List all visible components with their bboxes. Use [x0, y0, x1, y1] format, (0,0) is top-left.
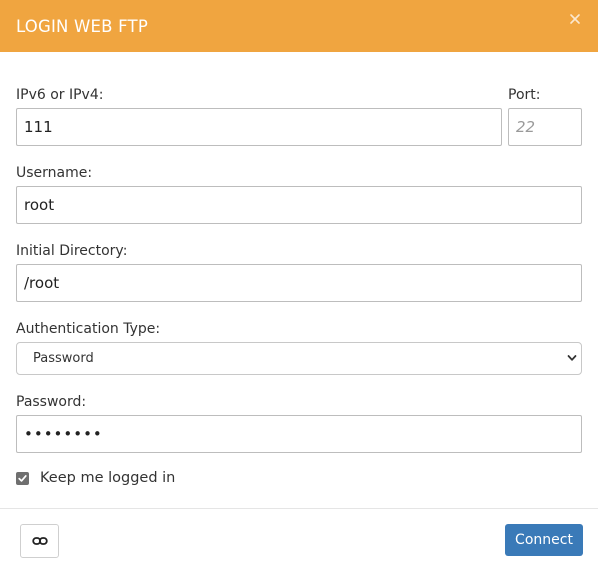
directory-field-group: Initial Directory: — [16, 242, 582, 302]
keep-logged-in-row: Keep me logged in — [16, 470, 582, 486]
close-button[interactable] — [568, 12, 582, 26]
keep-logged-in-checkbox[interactable] — [16, 471, 29, 485]
username-field-group: Username: — [16, 164, 582, 224]
username-input[interactable] — [16, 186, 582, 224]
host-port-row: IPv6 or IPv4: Port: — [16, 86, 582, 146]
password-input[interactable] — [16, 415, 582, 453]
password-field-group: Password: — [16, 393, 582, 453]
auth-type-select[interactable]: Password — [16, 342, 582, 375]
dialog-title: LOGIN WEB FTP — [16, 16, 148, 36]
dialog-header: LOGIN WEB FTP — [0, 0, 598, 52]
keep-logged-in-label: Keep me logged in — [40, 470, 176, 486]
username-label: Username: — [16, 165, 93, 181]
check-icon — [18, 474, 27, 482]
link-icon — [31, 537, 48, 545]
dialog-body: IPv6 or IPv4: Port: Username: Initial Di… — [0, 52, 598, 486]
host-field-group: IPv6 or IPv4: — [16, 86, 502, 146]
connect-button[interactable]: Connect — [505, 524, 583, 556]
password-label: Password: — [16, 394, 87, 410]
host-input[interactable] — [16, 108, 502, 146]
host-label: IPv6 or IPv4: — [16, 87, 104, 103]
port-input[interactable] — [508, 108, 582, 146]
port-field-group: Port: — [508, 86, 582, 146]
auth-type-select-wrap: Password — [16, 342, 582, 375]
directory-label: Initial Directory: — [16, 243, 128, 259]
directory-input[interactable] — [16, 264, 582, 302]
login-dialog: LOGIN WEB FTP IPv6 or IPv4: Port: Userna… — [0, 0, 598, 572]
auth-type-field-group: Authentication Type: Password — [16, 320, 582, 375]
auth-type-label: Authentication Type: — [16, 321, 161, 337]
chevron-down-icon — [567, 355, 577, 361]
close-icon — [570, 14, 580, 24]
link-button[interactable] — [20, 524, 59, 558]
auth-type-selected-value: Password — [33, 351, 94, 366]
dialog-footer: Connect — [0, 508, 598, 572]
port-label: Port: — [508, 87, 541, 103]
